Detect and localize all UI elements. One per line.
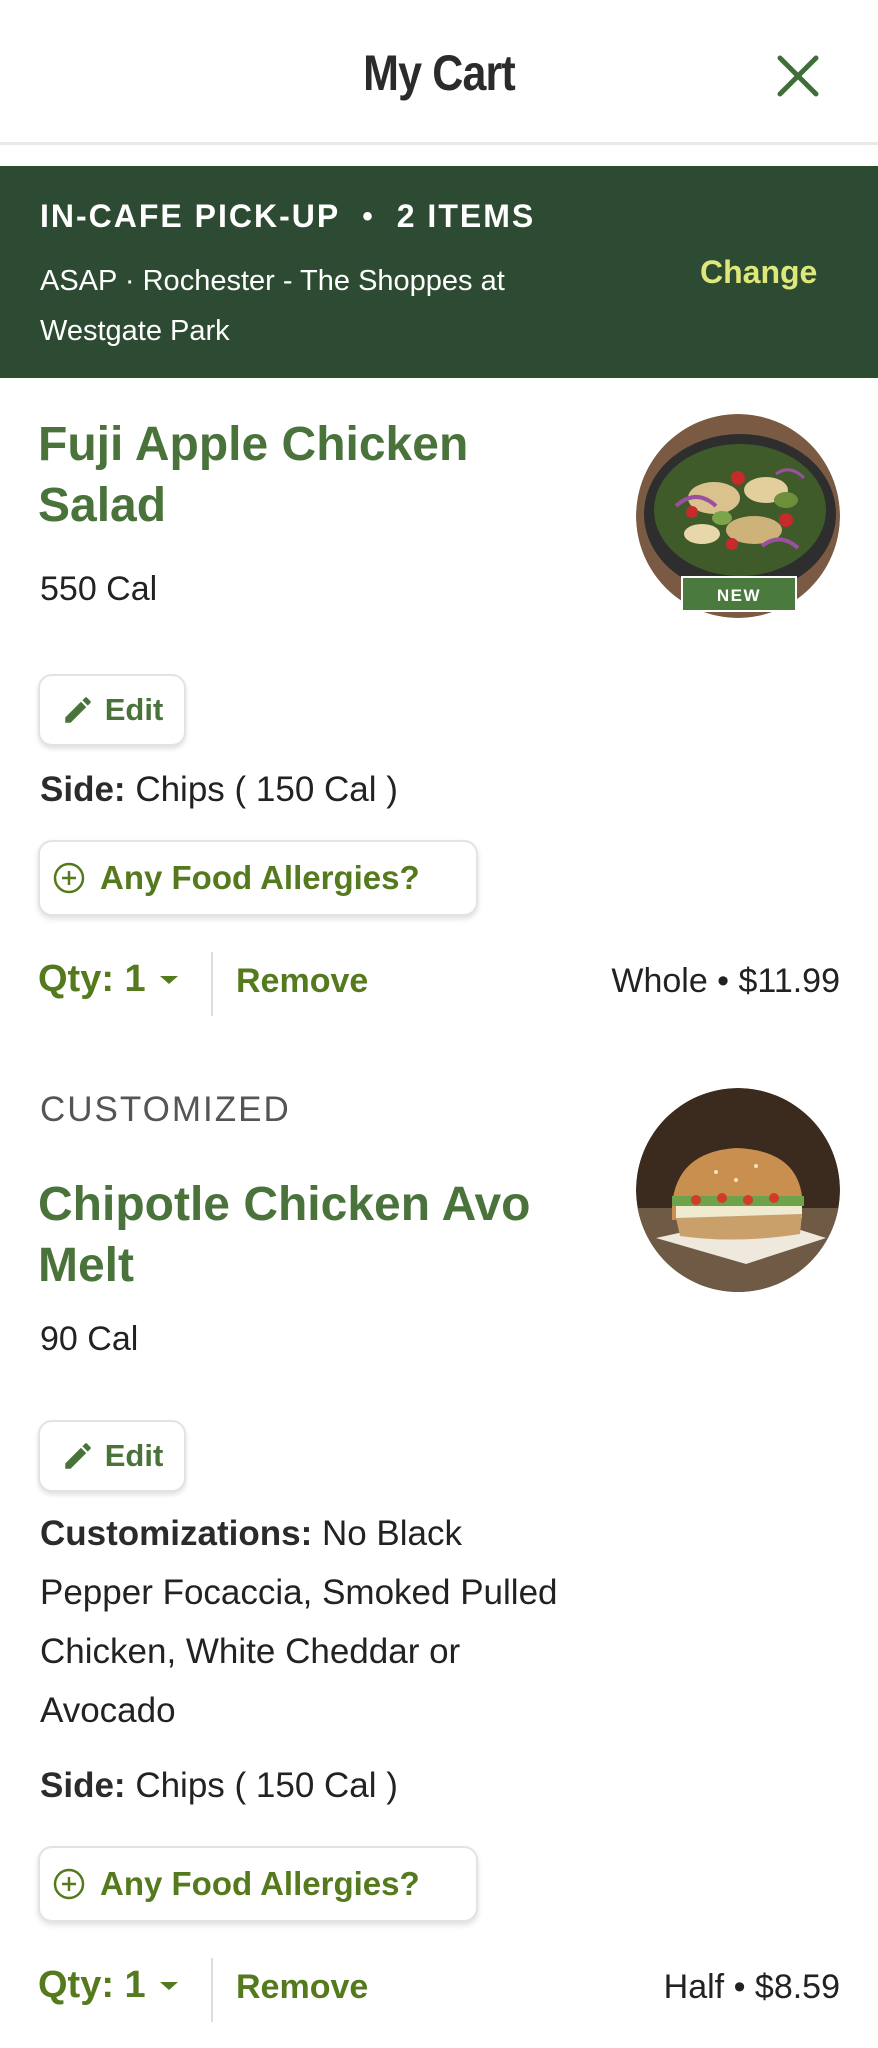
close-icon — [777, 55, 819, 97]
item-count: 2 ITEMS — [396, 198, 536, 234]
item-calories: 550 Cal — [40, 570, 158, 608]
quantity-label: Qty: 1 — [38, 958, 146, 1000]
edit-label: Edit — [104, 1438, 164, 1473]
caret-down-icon — [159, 975, 178, 984]
size-price: Whole • $11.99 — [611, 962, 840, 1000]
size-price: Half • $8.59 — [663, 1968, 840, 2006]
allergy-label: Any Food Allergies? — [100, 859, 420, 896]
side-label: Side: — [40, 770, 126, 809]
side-value: Chips ( 150 Cal ) — [135, 770, 398, 809]
edit-button[interactable]: Edit — [38, 674, 186, 746]
customizations-detail: Customizations: No Black Pepper Focaccia… — [40, 1504, 560, 1740]
quantity-row: Qty: 1 Remove Whole • $11.99 — [0, 952, 878, 1016]
remove-button[interactable]: Remove — [236, 962, 368, 1001]
edit-label: Edit — [104, 692, 164, 727]
divider — [211, 952, 213, 1016]
pickup-location: ASAP · Rochester - The Shoppes at Westga… — [40, 265, 505, 347]
customized-label: CUSTOMIZED — [40, 1090, 291, 1129]
plus-circle-icon — [53, 862, 85, 894]
pickup-summary: IN-CAFE PICK-UP • 2 ITEMS — [40, 198, 535, 235]
allergy-label: Any Food Allergies? — [100, 1865, 420, 1902]
edit-button[interactable]: Edit — [38, 1420, 186, 1492]
pencil-icon — [64, 697, 91, 723]
food-allergies-button[interactable]: Any Food Allergies? — [38, 840, 478, 916]
side-value: Chips ( 150 Cal ) — [135, 1766, 398, 1805]
item-name[interactable]: Chipotle Chicken Avo Melt — [38, 1174, 598, 1296]
page-title: My Cart — [363, 45, 516, 101]
side-detail: Side: Chips ( 150 Cal ) — [40, 760, 560, 819]
caret-down-icon — [159, 1981, 178, 1990]
side-label: Side: — [40, 1766, 126, 1805]
close-button[interactable] — [770, 48, 826, 104]
customizations-label: Customizations: — [40, 1514, 313, 1553]
pickup-banner: IN-CAFE PICK-UP • 2 ITEMS ASAP · Rochest… — [0, 166, 878, 378]
header: My Cart — [0, 0, 878, 145]
item-calories: 90 Cal — [40, 1320, 139, 1358]
quantity-dropdown[interactable]: Qty: 1 — [38, 1964, 180, 2007]
sandwich-image — [636, 1088, 840, 1292]
remove-button[interactable]: Remove — [236, 1968, 368, 2007]
separator-dot: • — [362, 199, 375, 233]
new-recipe-badge: NEW RECIPE — [681, 576, 797, 641]
quantity-label: Qty: 1 — [38, 1964, 146, 2006]
pickup-mode: IN-CAFE PICK-UP — [40, 198, 341, 234]
change-button[interactable]: Change — [700, 254, 817, 291]
plus-circle-icon — [53, 1868, 85, 1900]
pencil-icon — [64, 1443, 91, 1469]
divider — [211, 1958, 213, 2022]
quantity-row: Qty: 1 Remove Half • $8.59 — [0, 1958, 878, 2022]
item-name[interactable]: Fuji Apple Chicken Salad — [38, 414, 598, 536]
item-image[interactable] — [636, 1088, 840, 1292]
food-allergies-button[interactable]: Any Food Allergies? — [38, 1846, 478, 1922]
side-detail: Side: Chips ( 150 Cal ) — [40, 1756, 560, 1815]
quantity-dropdown[interactable]: Qty: 1 — [38, 958, 180, 1001]
